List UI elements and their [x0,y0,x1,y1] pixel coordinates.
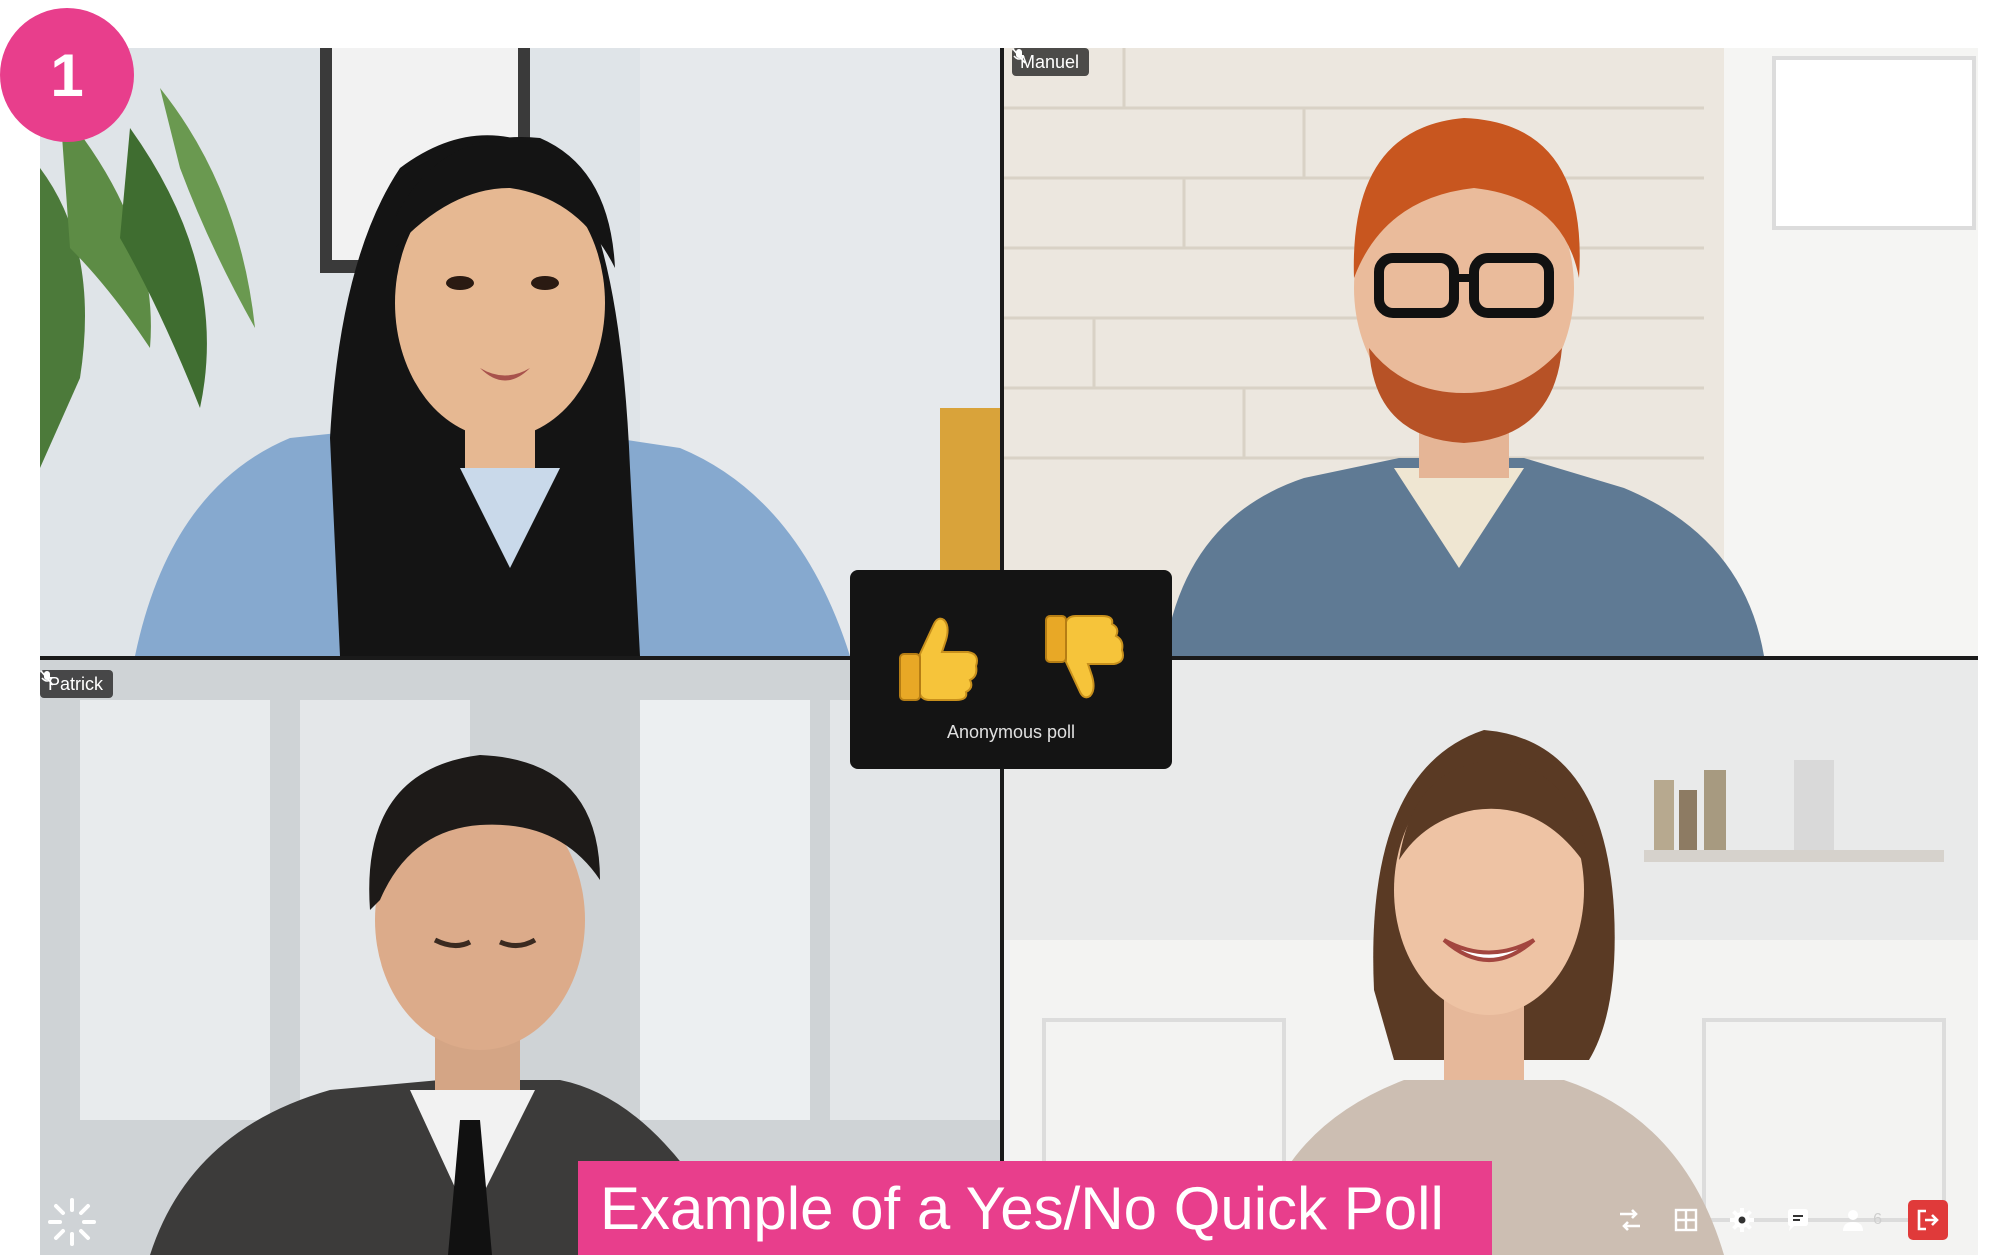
participants-button[interactable]: 6 [1839,1206,1882,1234]
caption-banner: Example of a Yes/No Quick Poll [578,1161,1492,1255]
caption-text: Example of a Yes/No Quick Poll [600,1174,1444,1242]
step-number: 1 [50,41,84,109]
muted-mic-icon [1012,48,1026,64]
switch-view-button[interactable] [1615,1205,1645,1235]
video-tile-2[interactable]: Manuel [1004,48,1978,656]
participant-name: Manuel [1020,52,1080,72]
spinner-icon[interactable] [44,1194,100,1250]
muted-mic-icon [40,670,54,686]
video-feed-1 [40,48,1000,656]
leave-button[interactable] [1908,1200,1948,1240]
grid-layout-icon [1674,1208,1698,1232]
participant-count: 6 [1873,1211,1882,1228]
chat-button[interactable] [1783,1205,1813,1235]
quick-poll-panel: Anonymous poll [850,570,1172,769]
meeting-toolbar: 6 [1615,1200,1948,1240]
video-feed-2 [1004,48,1978,656]
thumbs-up-icon[interactable] [890,610,986,706]
step-badge: 1 [0,8,134,142]
settings-button[interactable] [1727,1205,1757,1235]
poll-label: Anonymous poll [946,722,1076,742]
settings-gear-icon [1730,1208,1755,1232]
participant-name: Patrick [48,674,104,694]
leave-icon [1917,1209,1939,1231]
switch-view-icon [1620,1209,1641,1231]
grid-layout-button[interactable] [1671,1205,1701,1235]
thumbs-down-icon[interactable] [1036,610,1132,706]
participant-name-tag: Patrick [40,670,114,698]
participants-icon [1843,1210,1864,1231]
chat-icon [1788,1209,1809,1231]
video-tile-1[interactable] [40,48,1000,656]
participant-name-tag: Manuel [1012,48,1090,76]
